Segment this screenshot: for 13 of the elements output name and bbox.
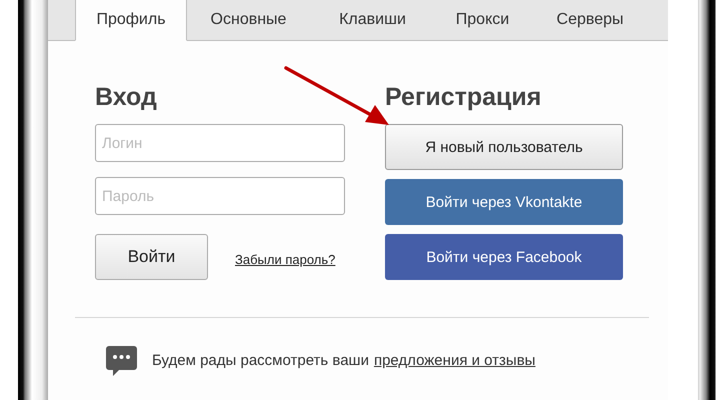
section-title: Вход bbox=[95, 82, 157, 112]
tab[interactable]: Профиль bbox=[75, 0, 187, 41]
login-button[interactable]: Войти bbox=[95, 234, 208, 280]
login-field[interactable]: Логин bbox=[95, 124, 345, 162]
section-title: Регистрация bbox=[385, 82, 542, 112]
feedback-link[interactable]: предложения и отзывы bbox=[374, 352, 536, 368]
social-login-button[interactable]: Войти через Vkontakte bbox=[385, 179, 623, 225]
chat-bubble-icon bbox=[106, 346, 137, 376]
feedback-text: Будем рады рассмотреть ваши bbox=[152, 352, 369, 368]
new-user-button[interactable]: Я новый пользователь bbox=[385, 124, 623, 170]
password-field[interactable]: Пароль bbox=[95, 177, 345, 215]
forgot-password-link[interactable]: Забыли пароль? bbox=[235, 252, 336, 266]
social-login-button[interactable]: Войти через Facebook bbox=[385, 234, 623, 280]
